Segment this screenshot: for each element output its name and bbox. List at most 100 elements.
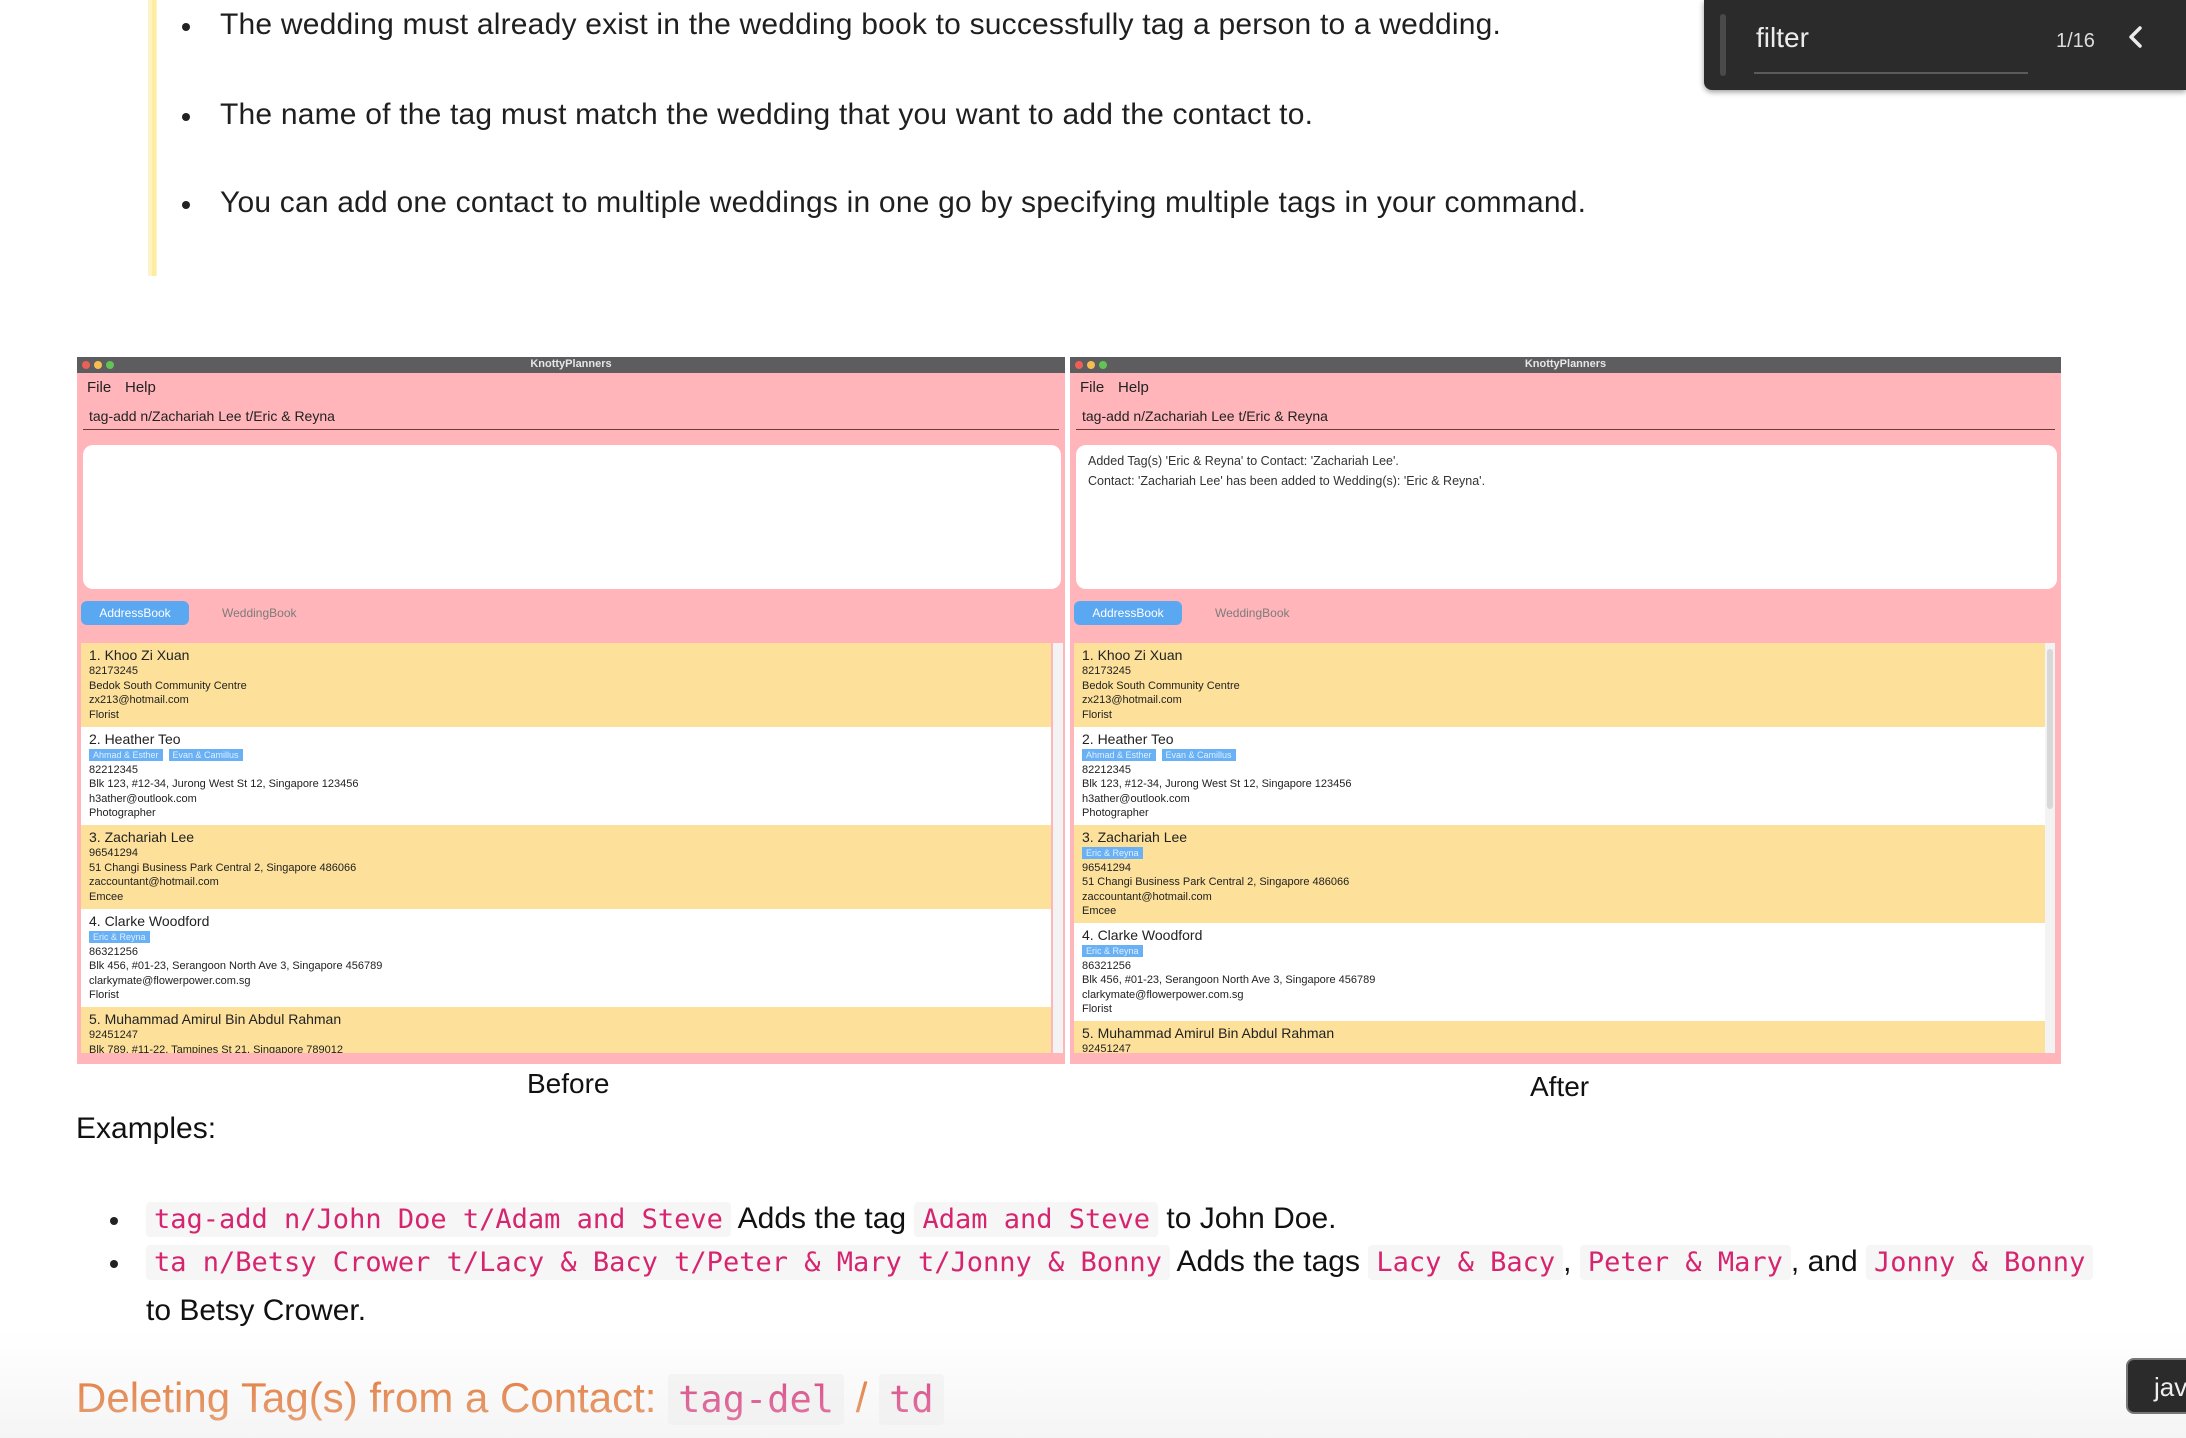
command-text: tag-add n/Zachariah Lee t/Eric & Reyna <box>89 408 335 424</box>
tip-item: You can add one contact to multiple wedd… <box>181 186 1587 219</box>
contact-address: 51 Changi Business Park Central 2, Singa… <box>1082 876 1350 888</box>
contact-role: Florist <box>89 989 119 1001</box>
contact-tags: Ahmad & Esther Evan & Camillus <box>1074 748 2046 763</box>
example-text-continued: to Betsy Crower. <box>146 1294 367 1327</box>
command-box[interactable]: tag-add n/Zachariah Lee t/Eric & Reyna <box>1076 403 2055 430</box>
contact-card[interactable]: 2. Heather Teo Ahmad & Esther Evan & Cami… <box>81 727 1051 825</box>
list-scrollbar[interactable] <box>2045 643 2055 1053</box>
contact-list: 1. Khoo Zi Xuan 82173245 Bedok South Com… <box>1074 643 2046 1053</box>
result-line: Added Tag(s) 'Eric & Reyna' to Contact: … <box>1088 454 1399 468</box>
contact-card[interactable]: 1. Khoo Zi Xuan 82173245 Bedok South Com… <box>81 643 1051 727</box>
example-code: Adam and Steve <box>914 1202 1159 1237</box>
section-code: td <box>879 1374 944 1425</box>
contact-address: Bedok South Community Centre <box>89 679 247 692</box>
tip-item: The wedding must already exist in the we… <box>181 8 1502 41</box>
list-scrollbar[interactable] <box>1053 643 1063 1053</box>
tab-addressbook[interactable]: AddressBook <box>81 601 189 625</box>
example-text: , <box>1563 1245 1572 1278</box>
contact-card[interactable]: 3. Zachariah Lee Eric & Reyna 96541294 5… <box>1074 825 2046 923</box>
contact-phone: 82212345 <box>1082 763 1131 776</box>
menu-bar: File Help <box>1070 373 2061 401</box>
after-caption: After <box>1530 1071 1590 1102</box>
example-code: ta n/Betsy Crower t/Lacy & Bacy t/Peter … <box>146 1245 1170 1280</box>
contact-phone: 82173245 <box>89 665 138 677</box>
before-caption: Before <box>527 1068 610 1099</box>
contact-name: 2. Heather Teo <box>1082 731 1174 747</box>
contact-role: Emcee <box>89 890 124 903</box>
example-code: Peter & Mary <box>1579 1245 1791 1280</box>
contact-role: Photographer <box>89 807 156 819</box>
contact-role: Florist <box>1082 1003 1112 1015</box>
tag-pill: Ahmad & Esther <box>1082 749 1156 761</box>
example-text: to John Doe. <box>1166 1202 1337 1235</box>
command-box[interactable]: tag-add n/Zachariah Lee t/Eric & Reyna <box>83 403 1059 430</box>
tab-addressbook[interactable]: AddressBook <box>1074 601 1182 625</box>
contact-name: 3. Zachariah Lee <box>89 829 195 845</box>
example-code: tag-add n/John Doe t/Adam and Steve <box>146 1202 731 1237</box>
menu-bar: File Help <box>77 373 1065 401</box>
contact-email: h3ather@outlook.com <box>1082 792 1190 805</box>
contact-address: Blk 123, #12-34, Jurong West St 12, Sing… <box>1082 778 1352 790</box>
window-title: KnottyPlanners <box>1524 358 1607 370</box>
contact-phone: 82173245 <box>1082 665 1131 677</box>
menu-file[interactable]: File <box>87 379 111 396</box>
contact-phone: 92451247 <box>89 1029 138 1041</box>
contact-email: zaccountant@hotmail.com <box>1082 890 1212 903</box>
contact-role: Florist <box>89 708 119 721</box>
contact-card[interactable]: 3. Zachariah Lee 96541294 51 Changi Busi… <box>81 825 1051 909</box>
contact-card[interactable]: 4. Clarke Woodford Eric & Reyna 86321256… <box>81 909 1051 1007</box>
tag-pill: Eric & Reyna <box>89 931 150 943</box>
contact-phone: 96541294 <box>1082 861 1131 874</box>
contact-email: clarkymate@flowerpower.com.sg <box>89 974 251 987</box>
contact-email: zaccountant@hotmail.com <box>89 876 219 888</box>
before-screenshot: KnottyPlanners File Help tag-add n/Zacha… <box>77 357 1065 1064</box>
contact-phone: 96541294 <box>89 847 138 859</box>
contact-role: Photographer <box>1082 807 1149 819</box>
chevron-left-icon[interactable] <box>2124 22 2146 58</box>
contact-email: h3ather@outlook.com <box>89 792 197 805</box>
tip-border-accent <box>152 0 156 276</box>
find-bar: filter 1/16 <box>1704 0 2186 90</box>
contact-address: Blk 456, #01-23, Serangoon North Ave 3, … <box>1082 974 1376 986</box>
menu-help[interactable]: Help <box>1118 379 1149 396</box>
scrollbar-thumb[interactable] <box>2047 649 2053 809</box>
contact-card[interactable]: 2. Heather Teo Ahmad & Esther Evan & Cami… <box>1074 727 2046 825</box>
contact-phone: 82212345 <box>89 763 138 776</box>
contact-card[interactable]: 5. Muhammad Amirul Bin Abdul Rahman 9245… <box>1074 1021 2046 1053</box>
contact-address: Bedok South Community Centre <box>1082 679 1240 692</box>
section-heading: Deleting Tag(s) from a Contact: tag-del … <box>76 1374 944 1425</box>
contact-name: 3. Zachariah Lee <box>1082 829 1188 845</box>
contact-name: 5. Muhammad Amirul Bin Abdul Rahman <box>1082 1025 1335 1041</box>
example-text: Adds the tags <box>1176 1245 1360 1278</box>
result-display <box>83 445 1061 589</box>
example-code: Jonny & Bonny <box>1866 1245 2094 1280</box>
window-titlebar: KnottyPlanners <box>1070 357 2061 373</box>
menu-help[interactable]: Help <box>125 379 156 396</box>
result-display: Added Tag(s) 'Eric & Reyna' to Contact: … <box>1076 445 2057 589</box>
after-screenshot: KnottyPlanners File Help tag-add n/Zacha… <box>1070 357 2061 1064</box>
example-text: , and <box>1790 1245 1858 1278</box>
tag-pill: Evan & Camillus <box>1161 749 1236 761</box>
contact-card[interactable]: 5. Muhammad Amirul Bin Abdul Rahman 9245… <box>81 1007 1051 1053</box>
command-text: tag-add n/Zachariah Lee t/Eric & Reyna <box>1082 408 1328 424</box>
tag-pill: Eric & Reyna <box>1082 945 1143 957</box>
contact-address: 51 Changi Business Park Central 2, Singa… <box>89 861 357 874</box>
menu-file[interactable]: File <box>1080 379 1104 396</box>
example-item: tag-add n/John Doe t/Adam and Steve Adds… <box>110 1202 1337 1237</box>
tag-pill: Evan & Camillus <box>168 749 243 761</box>
contact-tags: Eric & Reyna <box>81 930 1051 945</box>
contact-card[interactable]: 4. Clarke Woodford Eric & Reyna 86321256… <box>1074 923 2046 1021</box>
contact-address: Blk 123, #12-34, Jurong West St 12, Sing… <box>89 778 359 790</box>
find-input[interactable]: filter <box>1756 22 1809 54</box>
tab-weddingbook[interactable]: WeddingBook <box>222 601 297 625</box>
tag-pill: Ahmad & Esther <box>89 749 163 761</box>
examples-heading: Examples: <box>76 1112 217 1145</box>
contact-card[interactable]: 1. Khoo Zi Xuan 82173245 Bedok South Com… <box>1074 643 2046 727</box>
contact-name: 1. Khoo Zi Xuan <box>89 647 190 663</box>
tab-weddingbook[interactable]: WeddingBook <box>1215 601 1290 625</box>
contact-phone: 86321256 <box>89 945 138 958</box>
section-code: tag-del <box>668 1374 845 1425</box>
contact-email: clarkymate@flowerpower.com.sg <box>1082 988 1244 1001</box>
find-count: 1/16 <box>2056 30 2095 52</box>
contact-address: Blk 456, #01-23, Serangoon North Ave 3, … <box>89 960 383 972</box>
